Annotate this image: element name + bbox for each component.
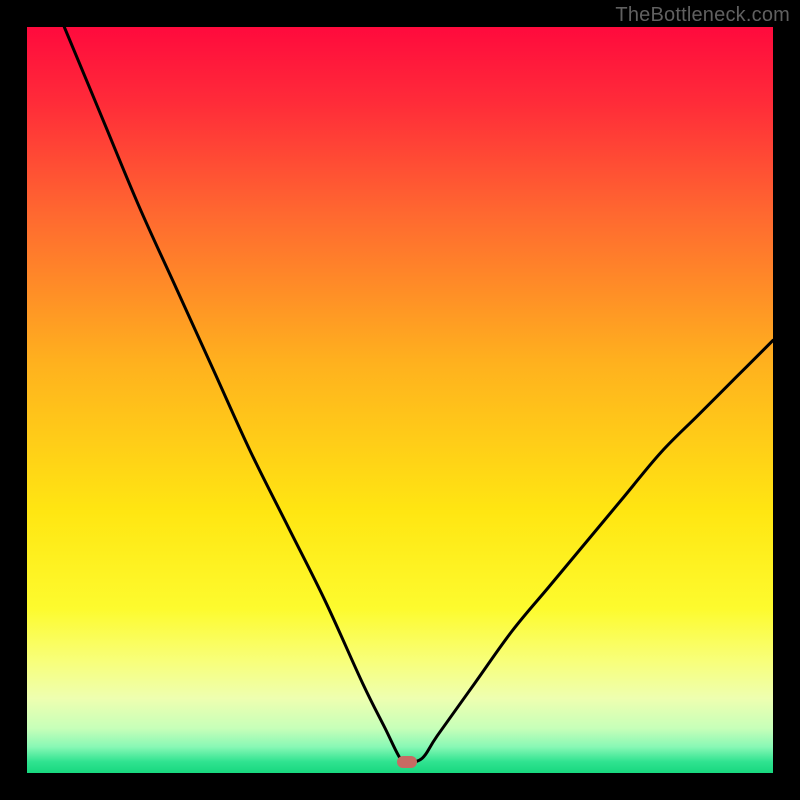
gradient-background bbox=[27, 27, 773, 773]
watermark-text: TheBottleneck.com bbox=[615, 4, 790, 27]
chart-svg bbox=[27, 27, 773, 773]
plot-area bbox=[27, 27, 773, 773]
chart-container: TheBottleneck.com bbox=[0, 0, 800, 800]
optimal-point-marker bbox=[397, 756, 417, 768]
